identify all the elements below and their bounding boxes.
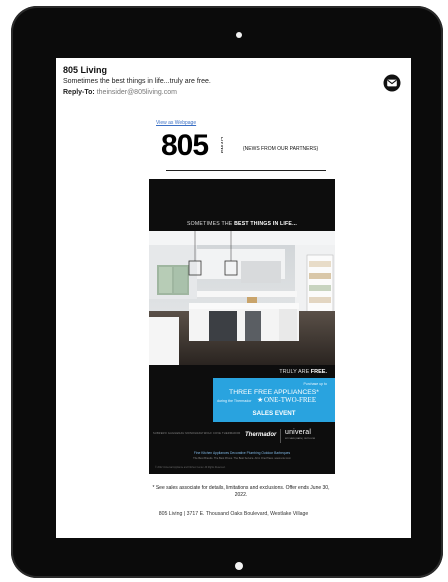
universal-logo: univeral KITCHEN | BATH | OUTDOOR [280,429,333,443]
logo-vertical-word: LIVING [219,137,223,154]
universal-subtitle: KITCHEN | BATH | OUTDOOR [285,438,316,440]
promo-headline: THREE FREE APPLIANCES* [229,389,319,396]
logo-number: 805 [161,129,209,162]
partner-brands: SUBZERO GAGGENAU MONOGRAM WOLF COVE THER… [153,432,241,435]
star-icon: ★ [257,397,264,404]
brand-logos-row: SUBZERO GAGGENAU MONOGRAM WOLF COVE THER… [153,429,331,443]
promo-banner[interactable]: Purchase up to THREE FREE APPLIANCES* du… [213,378,335,422]
footer-address: 805 Living | 3717 E. Thousand Oaks Boule… [158,511,309,517]
email-subject: Sometimes the best things in life...trul… [63,78,211,85]
ad-categories: Fine Kitchen Appliances Decorative Plumb… [193,451,291,455]
home-button[interactable] [235,562,243,570]
advertisement[interactable]: SOMETIMES THE BEST THINGS IN LIFE... TRU… [149,179,335,474]
view-as-webpage-link[interactable]: View as Webpage [156,120,196,126]
promo-small-text: Purchase up to [303,382,327,386]
thermador-logo: Thermador [245,432,277,438]
svg-text:LIVING: LIVING [219,137,223,154]
truly-bold: FREE. [310,369,327,375]
truly-free-text: TRULY ARE FREE. [279,369,327,375]
sender-name: 805 Living [63,65,108,75]
ad-headline-pre: SOMETIMES THE [187,221,235,227]
reply-to-label: Reply-To: [63,89,95,96]
universal-wordmark: univeral [285,429,312,436]
partners-tag: {NEWS FROM OUR PARTNERS} [243,146,319,152]
ad-headline-bold: BEST THINGS IN LIFE... [234,221,297,227]
divider [166,170,326,171]
ad-tagline: The Best Brands. The Best Prices. The Be… [193,457,291,460]
truly-pre: TRULY ARE [279,369,311,375]
offer-footnote: * See sales associate for details, limit… [152,485,330,498]
ad-headline: SOMETIMES THE BEST THINGS IN LIFE... [149,221,335,227]
envelope-circle-icon[interactable] [383,74,401,92]
ad-legal: © 2022 Universal Appliance and Kitchen C… [155,467,226,469]
email-header: 805 Living Sometimes the best things in … [56,58,411,104]
email-screen: 805 Living Sometimes the best things in … [56,58,411,538]
promo-sales-event: SALES EVENT [252,410,296,417]
kitchen-photo [149,231,335,365]
promo-event-name: ONE-TWO-FREE [264,396,317,404]
reply-to: Reply-To: theinsider@805living.com [63,89,177,96]
reply-to-address[interactable]: theinsider@805living.com [97,89,177,96]
camera-dot [236,32,242,38]
promo-during-text: during the Thermador [217,399,252,403]
